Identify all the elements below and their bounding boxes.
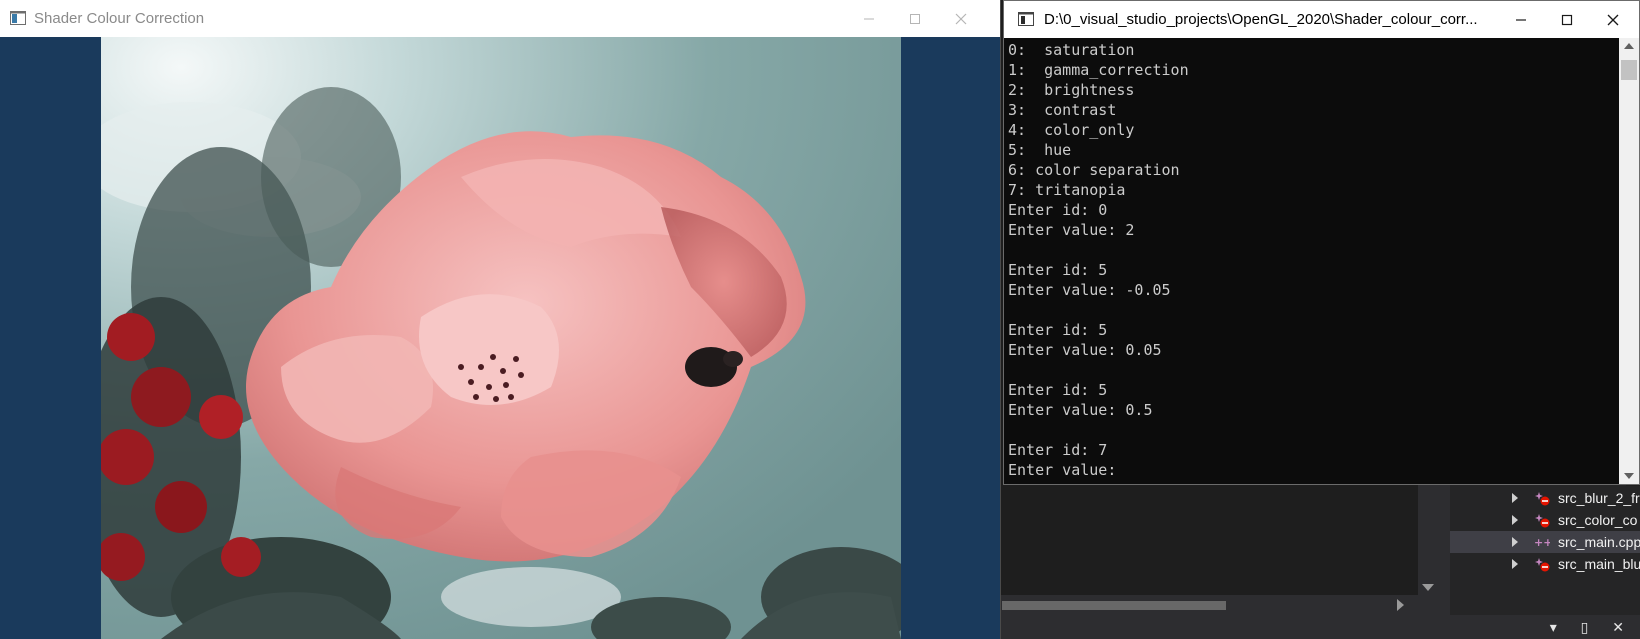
expand-arrow-icon[interactable] (1512, 515, 1518, 525)
minimize-button[interactable] (1498, 1, 1544, 38)
console-line: Enter id: 0 (1008, 201, 1108, 219)
maximize-button[interactable] (1544, 1, 1590, 38)
console-line: 2: brightness (1008, 81, 1135, 99)
console-line: Enter id: 7 (1008, 441, 1108, 459)
minimize-icon (864, 18, 874, 19)
console-window: D:\0_visual_studio_projects\OpenGL_2020\… (1003, 0, 1640, 485)
close-button[interactable] (1590, 1, 1636, 38)
pane-controls-icon[interactable]: ▾ ▯ ✕ (1550, 619, 1634, 636)
expand-arrow-icon[interactable] (1512, 493, 1518, 503)
console-scroll-thumb[interactable] (1621, 60, 1637, 80)
console-line: ​ (1008, 360, 1619, 380)
scroll-down-arrow-icon[interactable] (1624, 473, 1634, 479)
maximize-icon (910, 13, 920, 24)
console-line: Enter value: 0.05 (1008, 341, 1162, 359)
console-line: 0: saturation (1008, 41, 1135, 59)
close-icon (1607, 14, 1619, 25)
console-line: 7: tritanopia (1008, 181, 1126, 199)
scroll-up-arrow-icon[interactable] (1624, 43, 1634, 49)
console-title: D:\0_visual_studio_projects\OpenGL_2020\… (1044, 11, 1478, 28)
console-line: Enter value: 2 (1008, 221, 1135, 239)
shader-window: Shader Colour Correction (0, 0, 1001, 639)
solution-item-label: src_main_blu (1558, 556, 1640, 572)
console-input-line[interactable]: Enter value: (1008, 460, 1619, 480)
console-line: 5: hue (1008, 141, 1072, 159)
maximize-icon (1561, 14, 1573, 25)
opengl-viewport[interactable] (0, 37, 1000, 639)
editor-horizontal-scrollbar[interactable] (1000, 595, 1438, 615)
minimize-icon (1516, 18, 1526, 21)
console-line: Enter value: -0.05 (1008, 281, 1171, 299)
console-line: Enter id: 5 (1008, 321, 1108, 339)
console-line: 3: contrast (1008, 101, 1117, 119)
close-button[interactable] (938, 0, 984, 37)
scroll-right-arrow-icon[interactable] (1397, 599, 1404, 611)
ide-bottom-bar: ▾ ▯ ✕ (1000, 615, 1640, 639)
solution-item-label: src_main.cpp (1558, 534, 1640, 550)
console-line: 4: color_only (1008, 121, 1135, 139)
console-line: 6: color separation (1008, 161, 1180, 179)
console-line: ​ (1008, 300, 1619, 320)
console-line: ​ (1008, 240, 1619, 260)
visual-studio-ide: src_blur_2_fr src_color_co ++ src_main.c… (1000, 485, 1640, 639)
solution-item-label: src_blur_2_fr (1558, 490, 1640, 506)
scrollbar-thumb[interactable] (1002, 601, 1226, 610)
solution-item[interactable]: src_color_co (1450, 509, 1640, 531)
cpp-file-icon: ++ (1534, 536, 1550, 549)
file-excluded-icon (1535, 558, 1550, 572)
console-lines: 0: saturation 1: gamma_correction 2: brigh… (1004, 38, 1619, 480)
console-line: Enter value: 0.5 (1008, 401, 1153, 419)
solution-item-label: src_color_co (1558, 512, 1638, 528)
solution-item-selected[interactable]: ++ src_main.cpp (1450, 531, 1640, 553)
pink-rose-photo (101, 37, 901, 639)
solution-item[interactable]: src_blur_2_fr (1450, 487, 1640, 509)
console-app-icon (1018, 12, 1034, 26)
solution-item[interactable]: src_main_blu (1450, 553, 1640, 575)
solution-explorer: src_blur_2_fr src_color_co ++ src_main.c… (1450, 485, 1640, 615)
scroll-down-arrow-icon[interactable] (1422, 584, 1434, 591)
file-excluded-icon (1535, 514, 1550, 528)
pane-splitter[interactable] (1438, 485, 1450, 615)
minimize-button[interactable] (846, 0, 892, 37)
window-title: Shader Colour Correction (34, 10, 205, 27)
console-scrollbar[interactable] (1619, 38, 1639, 484)
shader-window-titlebar[interactable]: Shader Colour Correction (0, 0, 1000, 37)
console-line: Enter id: 5 (1008, 381, 1108, 399)
expand-arrow-icon[interactable] (1512, 559, 1518, 569)
expand-arrow-icon[interactable] (1512, 537, 1518, 547)
console-line: Enter id: 5 (1008, 261, 1108, 279)
svg-text:++: ++ (1534, 536, 1550, 549)
editor-vertical-scrollbar[interactable] (1418, 485, 1438, 595)
close-icon (955, 13, 967, 24)
console-line: ​ (1008, 420, 1619, 440)
code-editor-area[interactable] (1000, 485, 1438, 595)
console-titlebar[interactable]: D:\0_visual_studio_projects\OpenGL_2020\… (1004, 1, 1639, 38)
console-line: 1: gamma_correction (1008, 61, 1189, 79)
console-output[interactable]: 0: saturation 1: gamma_correction 2: brigh… (1004, 38, 1619, 484)
maximize-button[interactable] (892, 0, 938, 37)
app-window-icon (10, 11, 26, 25)
file-excluded-icon (1535, 492, 1550, 506)
